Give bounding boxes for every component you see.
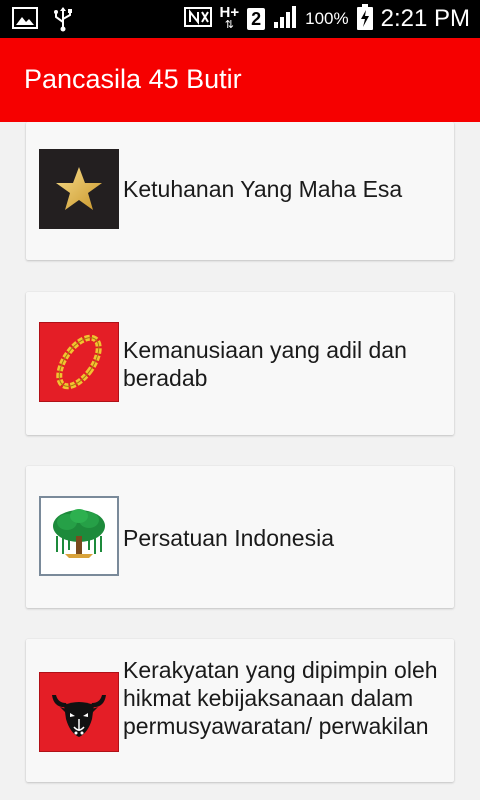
image-icon [12, 6, 38, 37]
nfc-icon [183, 6, 212, 33]
principle-card-3[interactable]: Persatuan Indonesia [26, 466, 454, 608]
app-bar: Pancasila 45 Butir [0, 38, 480, 122]
page-title: Pancasila 45 Butir [24, 64, 242, 94]
battery-percent: 100% [305, 9, 349, 28]
principle-label: Kerakyatan yang dipimpin oleh hikmat keb… [123, 657, 438, 739]
sim-slot-label: 2 [251, 9, 262, 29]
star-icon [39, 149, 119, 229]
usb-icon [52, 6, 74, 37]
principle-label: Ketuhanan Yang Maha Esa [123, 176, 403, 202]
principle-label: Persatuan Indonesia [123, 525, 334, 551]
principle-card-1[interactable]: Ketuhanan Yang Maha Esa [26, 122, 454, 260]
clock: 2:21 PM [380, 5, 470, 32]
network-type-label: H+ [219, 4, 240, 21]
principle-label: Kemanusiaan yang adil dan beradab [123, 337, 407, 391]
battery-charging-icon [356, 3, 373, 35]
status-bar: H+ ⇅ 2 100% 2:21 PM [0, 0, 480, 38]
principle-card-2[interactable]: Kemanusiaan yang adil dan beradab [26, 292, 454, 435]
principles-list[interactable]: Ketuhanan Yang Maha Esa Kemanusiaan yang… [0, 122, 480, 800]
chain-icon [39, 322, 119, 402]
banyan-tree-icon [39, 496, 119, 576]
principle-card-4[interactable]: Kerakyatan yang dipimpin oleh hikmat keb… [26, 639, 454, 782]
bull-head-icon [39, 672, 119, 752]
sim-slot-badge: 2 [247, 8, 266, 30]
network-type-icon: H+ ⇅ [219, 4, 240, 31]
signal-icon [273, 5, 297, 34]
